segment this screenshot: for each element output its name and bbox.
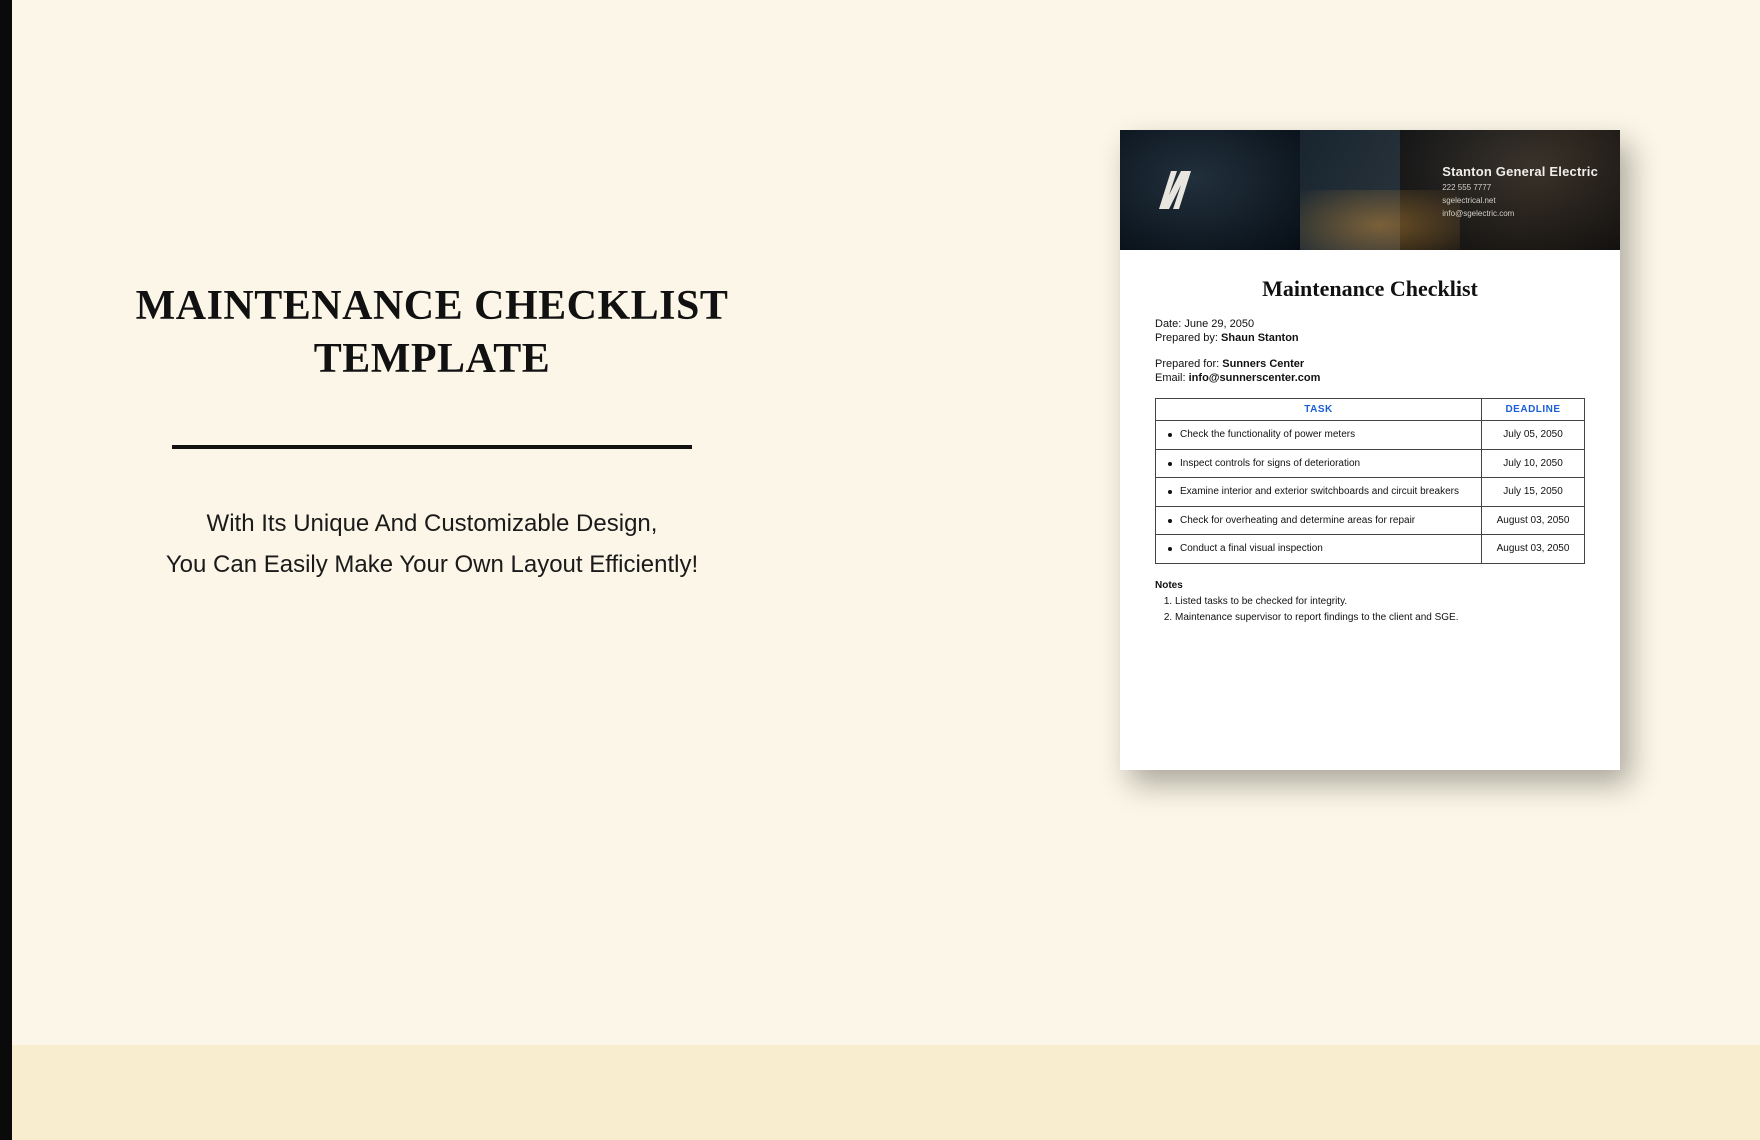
hero-amber-glow — [1300, 190, 1460, 250]
bullet-icon — [1168, 433, 1172, 437]
th-deadline: DEADLINE — [1482, 399, 1585, 421]
task-text: Inspect controls for signs of deteriorat… — [1180, 457, 1473, 471]
promo-title-line1: MAINTENANCE CHECKLIST — [136, 283, 729, 329]
stage: MAINTENANCE CHECKLIST TEMPLATE With Its … — [0, 0, 1760, 1140]
notes-list: Listed tasks to be checked for integrity… — [1155, 595, 1585, 625]
task-text: Examine interior and exterior switchboar… — [1180, 485, 1473, 499]
task-text: Conduct a final visual inspection — [1180, 542, 1473, 556]
meta-gap — [1155, 346, 1585, 356]
task-text: Check for overheating and determine area… — [1180, 514, 1473, 528]
company-logo-icon — [1150, 165, 1200, 215]
task-cell: Check the functionality of power meters — [1156, 421, 1482, 450]
document-body: Maintenance Checklist Date: June 29, 205… — [1120, 250, 1620, 625]
promo-left-column: MAINTENANCE CHECKLIST TEMPLATE With Its … — [97, 280, 767, 586]
meta-date-label: Date: — [1155, 318, 1184, 330]
bullet-icon — [1168, 490, 1172, 494]
table-row: Examine interior and exterior switchboar… — [1156, 478, 1585, 507]
promo-subtitle: With Its Unique And Customizable Design,… — [97, 504, 767, 586]
task-cell: Examine interior and exterior switchboar… — [1156, 478, 1482, 507]
promo-divider — [172, 445, 692, 449]
company-email: info@sgelectric.com — [1442, 209, 1598, 218]
promo-title-line2: TEMPLATE — [314, 336, 551, 382]
meta-date-value: June 29, 2050 — [1184, 318, 1254, 330]
document-preview: Stanton General Electric 222 555 7777 sg… — [1120, 130, 1620, 770]
meta-prepared-by: Prepared by: Shaun Stanton — [1155, 332, 1585, 344]
deadline-cell: August 03, 2050 — [1482, 506, 1585, 535]
tasks-table: TASK DEADLINE Check the functionality of… — [1155, 398, 1585, 564]
meta-prepared-by-value: Shaun Stanton — [1221, 332, 1299, 344]
table-row: Conduct a final visual inspection August… — [1156, 535, 1585, 564]
bottom-accent-band — [12, 1045, 1760, 1140]
company-name: Stanton General Electric — [1442, 164, 1598, 179]
deadline-cell: July 15, 2050 — [1482, 478, 1585, 507]
table-header-row: TASK DEADLINE — [1156, 399, 1585, 421]
notes-item: Listed tasks to be checked for integrity… — [1175, 595, 1585, 609]
left-edge-strip — [0, 0, 12, 1140]
deadline-cell: August 03, 2050 — [1482, 535, 1585, 564]
document-hero: Stanton General Electric 222 555 7777 sg… — [1120, 130, 1620, 250]
task-cell: Conduct a final visual inspection — [1156, 535, 1482, 564]
bullet-icon — [1168, 519, 1172, 523]
company-info-block: Stanton General Electric 222 555 7777 sg… — [1442, 164, 1598, 218]
promo-subtitle-line2: You Can Easily Make Your Own Layout Effi… — [166, 551, 698, 578]
task-cell: Inspect controls for signs of deteriorat… — [1156, 449, 1482, 478]
canvas: MAINTENANCE CHECKLIST TEMPLATE With Its … — [12, 0, 1760, 1140]
company-phone: 222 555 7777 — [1442, 183, 1598, 192]
promo-subtitle-line1: With Its Unique And Customizable Design, — [207, 510, 658, 537]
task-cell: Check for overheating and determine area… — [1156, 506, 1482, 535]
table-row: Check the functionality of power meters … — [1156, 421, 1585, 450]
meta-email-value: info@sunnerscenter.com — [1189, 372, 1321, 384]
hero-shade-left — [1120, 130, 1300, 250]
document-title: Maintenance Checklist — [1155, 276, 1585, 302]
deadline-cell: July 05, 2050 — [1482, 421, 1585, 450]
task-text: Check the functionality of power meters — [1180, 428, 1473, 442]
meta-email-label: Email: — [1155, 372, 1189, 384]
notes-item: Maintenance supervisor to report finding… — [1175, 611, 1585, 625]
deadline-cell: July 10, 2050 — [1482, 449, 1585, 478]
meta-date: Date: June 29, 2050 — [1155, 318, 1585, 330]
th-task: TASK — [1156, 399, 1482, 421]
meta-prepared-for: Prepared for: Sunners Center — [1155, 358, 1585, 370]
meta-prepared-for-label: Prepared for: — [1155, 358, 1222, 370]
bullet-icon — [1168, 547, 1172, 551]
table-row: Check for overheating and determine area… — [1156, 506, 1585, 535]
meta-prepared-by-label: Prepared by: — [1155, 332, 1221, 344]
promo-title: MAINTENANCE CHECKLIST TEMPLATE — [97, 280, 767, 385]
meta-prepared-for-value: Sunners Center — [1222, 358, 1304, 370]
bullet-icon — [1168, 462, 1172, 466]
notes-title: Notes — [1155, 580, 1585, 591]
table-row: Inspect controls for signs of deteriorat… — [1156, 449, 1585, 478]
company-website: sgelectrical.net — [1442, 196, 1598, 205]
notes-block: Notes Listed tasks to be checked for int… — [1155, 580, 1585, 625]
meta-email: Email: info@sunnerscenter.com — [1155, 372, 1585, 384]
